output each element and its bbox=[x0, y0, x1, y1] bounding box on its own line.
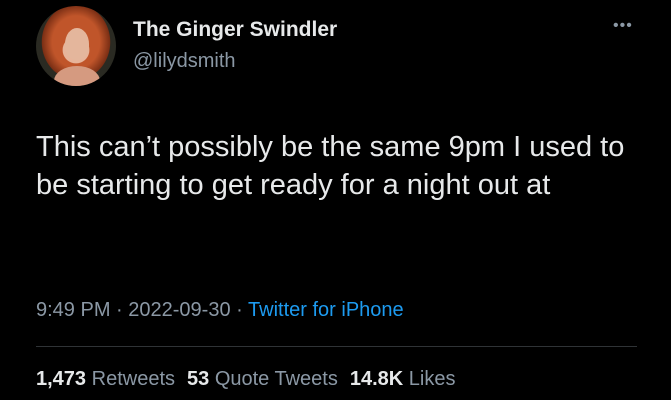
meta-separator: · bbox=[116, 299, 123, 321]
quote-tweets-stat[interactable]: 53 Quote Tweets bbox=[187, 368, 338, 390]
user-handle[interactable]: @lilydsmith bbox=[133, 50, 236, 73]
tweet-text: This can’t possibly be the same 9pm I us… bbox=[36, 131, 625, 201]
tweet-time[interactable]: 9:49 PM bbox=[36, 299, 110, 321]
retweets-count: 1,473 bbox=[36, 368, 87, 390]
avatar-face bbox=[65, 28, 89, 60]
avatar-shoulder bbox=[54, 66, 100, 86]
more-horizontal-icon[interactable]: ••• bbox=[613, 18, 633, 34]
quotes-label: Quote Tweets bbox=[214, 368, 338, 390]
tweet-date[interactable]: 2022-09-30 bbox=[128, 299, 230, 321]
quotes-count: 53 bbox=[187, 368, 210, 390]
likes-count: 14.8K bbox=[349, 368, 404, 390]
divider bbox=[36, 346, 637, 347]
tweet-meta: 9:49 PM · 2022-09-30 · Twitter for iPhon… bbox=[36, 299, 404, 322]
likes-label: Likes bbox=[408, 368, 456, 390]
avatar[interactable] bbox=[36, 6, 116, 86]
meta-separator: · bbox=[236, 299, 243, 321]
display-name[interactable]: The Ginger Swindler bbox=[133, 18, 337, 42]
retweets-stat[interactable]: 1,473 Retweets bbox=[36, 368, 175, 390]
tweet-source-link[interactable]: Twitter for iPhone bbox=[248, 299, 404, 321]
retweets-label: Retweets bbox=[91, 368, 175, 390]
tweet-stats: 1,473 Retweets 53 Quote Tweets 14.8K Likes bbox=[36, 368, 456, 391]
likes-stat[interactable]: 14.8K Likes bbox=[350, 368, 456, 390]
